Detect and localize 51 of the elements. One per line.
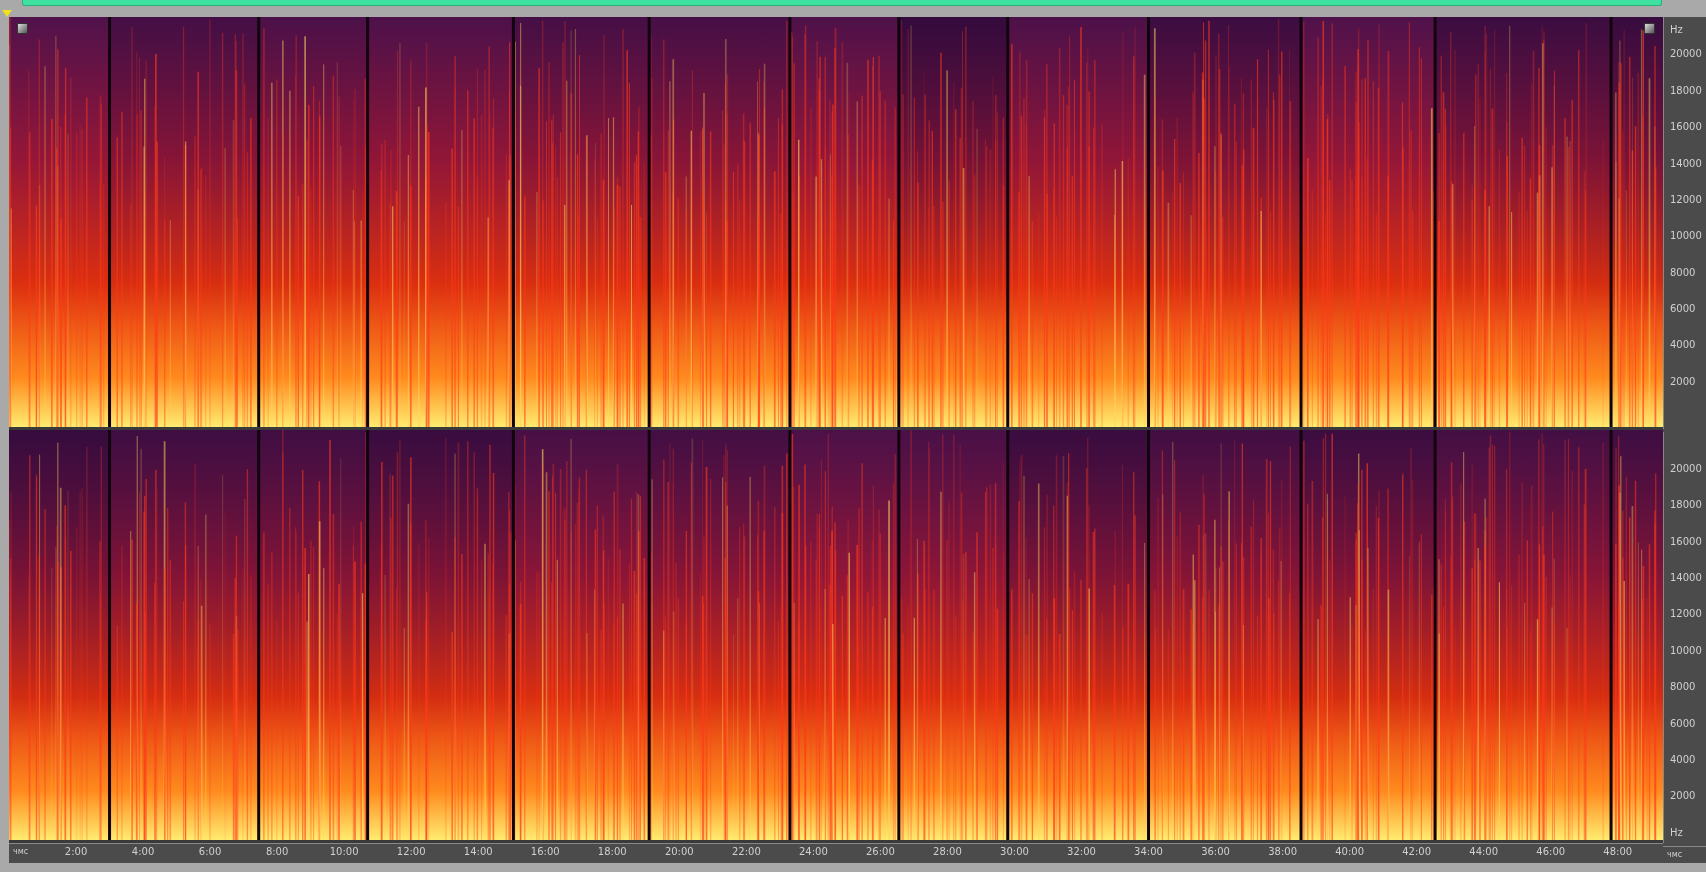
time-label: 26:00 [866, 846, 895, 857]
frequency-label: 8000 [1670, 266, 1696, 278]
time-label: 2:00 [64, 846, 88, 857]
time-label: 4:00 [131, 846, 155, 857]
frequency-label: 20000 [1670, 462, 1702, 474]
time-label: 10:00 [329, 846, 359, 857]
time-label: 20:00 [664, 846, 694, 857]
time-label: 34:00 [1134, 846, 1163, 857]
frequency-label: 8000 [1670, 680, 1696, 692]
zoom-corner-icon[interactable] [1644, 23, 1655, 34]
time-label: 36:00 [1201, 846, 1230, 857]
frequency-label: 2000 [1670, 375, 1696, 387]
frequency-label: 6000 [1670, 302, 1696, 314]
time-label: 6:00 [198, 846, 222, 857]
frequency-label: 14000 [1670, 157, 1702, 169]
time-label: 42:00 [1402, 846, 1432, 857]
frequency-label: 18000 [1670, 84, 1702, 96]
time-label: 48:00 [1603, 846, 1633, 857]
playhead-marker-icon[interactable] [2, 10, 12, 17]
frequency-label: 6000 [1670, 717, 1696, 729]
frequency-label: 18000 [1670, 498, 1702, 510]
time-label: 8:00 [265, 846, 289, 857]
frequency-label: 10000 [1670, 644, 1702, 656]
unit-label: чмс [1667, 850, 1683, 860]
time-label: 32:00 [1067, 846, 1096, 857]
time-label: 28:00 [933, 846, 962, 857]
time-label: 40:00 [1335, 846, 1365, 857]
frequency-label: 16000 [1670, 120, 1702, 132]
frequency-label: 12000 [1670, 193, 1702, 205]
unit-label: чмс [13, 847, 29, 856]
time-label: 22:00 [731, 846, 761, 857]
time-label: 44:00 [1469, 846, 1499, 857]
time-label: 30:00 [1000, 846, 1029, 857]
frequency-label: 16000 [1670, 535, 1702, 547]
frequency-label: 10000 [1670, 229, 1702, 241]
frequency-label: 12000 [1670, 607, 1702, 619]
frequency-label: 20000 [1670, 47, 1702, 59]
time-label: 18:00 [597, 846, 627, 857]
time-label: 12:00 [396, 846, 426, 857]
frequency-label: 14000 [1670, 571, 1702, 583]
time-label: 38:00 [1268, 846, 1297, 857]
unit-label: Hz [1670, 23, 1683, 35]
time-label: 24:00 [798, 846, 828, 857]
frequency-label: 2000 [1670, 789, 1696, 801]
unit-label: Hz [1670, 826, 1683, 838]
time-label: 46:00 [1536, 846, 1566, 857]
zoom-corner-icon[interactable] [17, 23, 28, 34]
time-label: 16:00 [530, 846, 560, 857]
frequency-label: 4000 [1670, 338, 1696, 350]
time-label: 14:00 [463, 846, 493, 857]
frequency-label: 4000 [1670, 753, 1696, 765]
